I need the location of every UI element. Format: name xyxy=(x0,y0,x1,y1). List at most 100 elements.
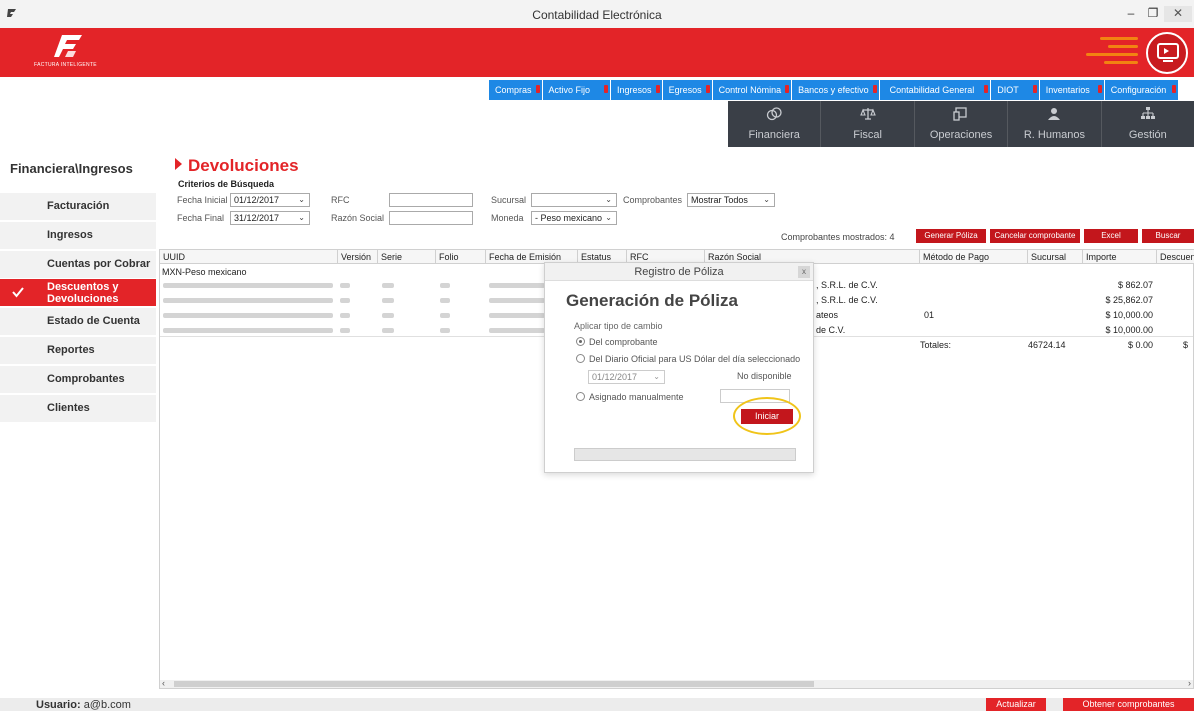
shown-count: Comprobantes mostrados: 4 xyxy=(781,232,895,242)
row-importe: $ 10,000.00 xyxy=(1105,325,1153,335)
user-label: Usuario: a@b.com xyxy=(36,699,131,711)
chevron-down-icon: ⌄ xyxy=(298,195,305,204)
radio-icon xyxy=(576,354,585,363)
obtener-comprobantes-button[interactable]: Obtener comprobantes xyxy=(1063,698,1194,711)
chevron-down-icon: ⌄ xyxy=(605,195,612,204)
chevron-right-icon[interactable]: › xyxy=(1188,678,1191,688)
page-title: Devoluciones xyxy=(175,156,299,176)
row-metodo-pago: 01 xyxy=(924,310,935,320)
menu-activo-fijo[interactable]: Activo Fijo xyxy=(542,80,612,100)
col-folio[interactable]: Folio xyxy=(436,250,486,264)
rfc-label: RFC xyxy=(331,195,350,205)
company-avatar[interactable] xyxy=(1146,32,1188,74)
pin-icon xyxy=(872,85,877,93)
blurred-cell xyxy=(440,283,450,288)
criteria-title: Criterios de Búsqueda xyxy=(178,179,275,189)
col-uuid[interactable]: UUID xyxy=(160,250,338,264)
factura-logo-icon xyxy=(54,35,82,57)
module-financiera[interactable]: Financiera xyxy=(728,101,822,147)
col-sucursal[interactable]: Sucursal xyxy=(1028,250,1083,264)
menu-control-nomina[interactable]: Control Nómina xyxy=(712,80,793,100)
logo-text: FACTURA INTELIGENTE xyxy=(34,62,97,68)
menu-contabilidad-general[interactable]: Contabilidad General xyxy=(879,80,992,100)
maximize-button[interactable]: ❐ xyxy=(1143,6,1163,22)
module-operaciones[interactable]: Operaciones xyxy=(914,101,1009,147)
sucursal-label: Sucursal xyxy=(491,195,527,205)
menu-diot[interactable]: DIOT xyxy=(991,80,1040,100)
generar-poliza-button[interactable]: Generar Póliza xyxy=(916,229,986,243)
dialog-subtitle: Aplicar tipo de cambio xyxy=(574,321,663,331)
rfc-input[interactable] xyxy=(389,193,473,207)
sidebar-item-estado-de-cuenta[interactable]: Estado de Cuenta xyxy=(0,308,156,336)
col-importe[interactable]: Importe xyxy=(1083,250,1157,264)
module-fiscal[interactable]: Fiscal xyxy=(821,101,915,147)
close-window-button[interactable]: ✕ xyxy=(1164,6,1192,22)
blurred-cell xyxy=(340,283,350,288)
chevron-left-icon[interactable]: ‹ xyxy=(162,678,165,688)
pin-icon xyxy=(1097,85,1102,93)
dialog-title-bar: Registro de Póliza x xyxy=(545,263,813,281)
company-logo-icon xyxy=(1157,43,1179,62)
col-serie[interactable]: Serie xyxy=(378,250,436,264)
dialog-close-button[interactable]: x xyxy=(798,266,810,278)
iniciar-button[interactable]: Iniciar xyxy=(741,409,793,424)
sidebar-item-reportes[interactable]: Reportes xyxy=(0,336,156,364)
module-gestion[interactable]: Gestión xyxy=(1101,101,1194,147)
col-version[interactable]: Versión xyxy=(338,250,378,264)
blurred-cell xyxy=(340,328,350,333)
pin-icon xyxy=(535,85,540,93)
radio-del-comprobante[interactable]: Del comprobante xyxy=(576,337,658,347)
fecha-inicial-picker[interactable]: 01/12/2017 ⌄ xyxy=(230,193,310,207)
comprobantes-select[interactable]: Mostrar Todos ⌄ xyxy=(687,193,775,207)
blurred-cell xyxy=(489,283,545,288)
radio-asignado-manualmente[interactable]: Asignado manualmente xyxy=(576,392,684,402)
fecha-final-label: Fecha Final xyxy=(177,213,225,223)
row-importe: $ 25,862.07 xyxy=(1105,295,1153,305)
blurred-cell xyxy=(440,328,450,333)
blurred-cell xyxy=(489,298,545,303)
pin-icon xyxy=(785,85,790,93)
sidebar-item-clientes[interactable]: Clientes xyxy=(0,394,156,422)
module-r-humanos[interactable]: R. Humanos xyxy=(1008,101,1102,147)
buscar-button[interactable]: Buscar xyxy=(1142,229,1194,243)
minimize-button[interactable]: – xyxy=(1121,6,1141,22)
top-menu: Compras Activo Fijo Ingresos Egresos Con… xyxy=(489,80,1180,100)
sidebar-item-ingresos[interactable]: Ingresos xyxy=(0,221,156,249)
totals-descuento: $ xyxy=(1183,340,1189,350)
sidebar-item-descuentos-devoluciones[interactable]: Descuentos y Devoluciones xyxy=(0,279,156,307)
sidebar-item-comprobantes[interactable]: Comprobantes xyxy=(0,365,156,393)
razon-social-input[interactable] xyxy=(389,211,473,225)
dialog-date-picker[interactable]: 01/12/2017 ⌄ xyxy=(588,370,665,384)
menu-inventarios[interactable]: Inventarios xyxy=(1039,80,1105,100)
totals-importe: $ 0.00 xyxy=(1127,340,1153,350)
totals-sucursal: 46724.14 xyxy=(1028,340,1066,350)
actualizar-button[interactable]: Actualizar xyxy=(986,698,1046,711)
sucursal-select[interactable]: ⌄ xyxy=(531,193,617,207)
col-descuento[interactable]: Descuento xyxy=(1157,250,1194,264)
coins-icon xyxy=(767,107,782,121)
horizontal-scrollbar[interactable]: ‹ › xyxy=(160,678,1193,688)
fecha-inicial-label: Fecha Inicial xyxy=(177,195,228,205)
menu-configuracion[interactable]: Configuración xyxy=(1104,80,1180,100)
sidebar-item-facturacion[interactable]: Facturación xyxy=(0,193,156,220)
row-importe: $ 10,000.00 xyxy=(1105,310,1153,320)
menu-ingresos[interactable]: Ingresos xyxy=(611,80,663,100)
menu-egresos[interactable]: Egresos xyxy=(662,80,713,100)
menu-compras[interactable]: Compras xyxy=(489,80,543,100)
blurred-uuid xyxy=(163,298,333,303)
module-bar: Financiera Fiscal Operaciones R. Humanos… xyxy=(728,101,1194,147)
row-razon-social: de C.V. xyxy=(816,325,846,335)
row-razon-social: , S.R.L. de C.V. xyxy=(816,280,878,290)
col-metodo-pago[interactable]: Método de Pago xyxy=(920,250,1028,264)
moneda-select[interactable]: - Peso mexicano ⌄ xyxy=(531,211,617,225)
radio-diario-oficial[interactable]: Del Diario Oficial para US Dólar del día… xyxy=(576,354,800,364)
menu-bancos[interactable]: Bancos y efectivo xyxy=(792,80,880,100)
fecha-final-picker[interactable]: 31/12/2017 ⌄ xyxy=(230,211,310,225)
razon-social-label: Razón Social xyxy=(331,213,385,223)
sidebar-item-cuentas-por-cobrar[interactable]: Cuentas por Cobrar xyxy=(0,250,156,278)
pin-icon xyxy=(604,85,609,93)
blurred-cell xyxy=(340,298,350,303)
scroll-thumb[interactable] xyxy=(174,681,814,687)
excel-button[interactable]: Excel xyxy=(1084,229,1138,243)
cancelar-comprobante-button[interactable]: Cancelar comprobante xyxy=(990,229,1080,243)
